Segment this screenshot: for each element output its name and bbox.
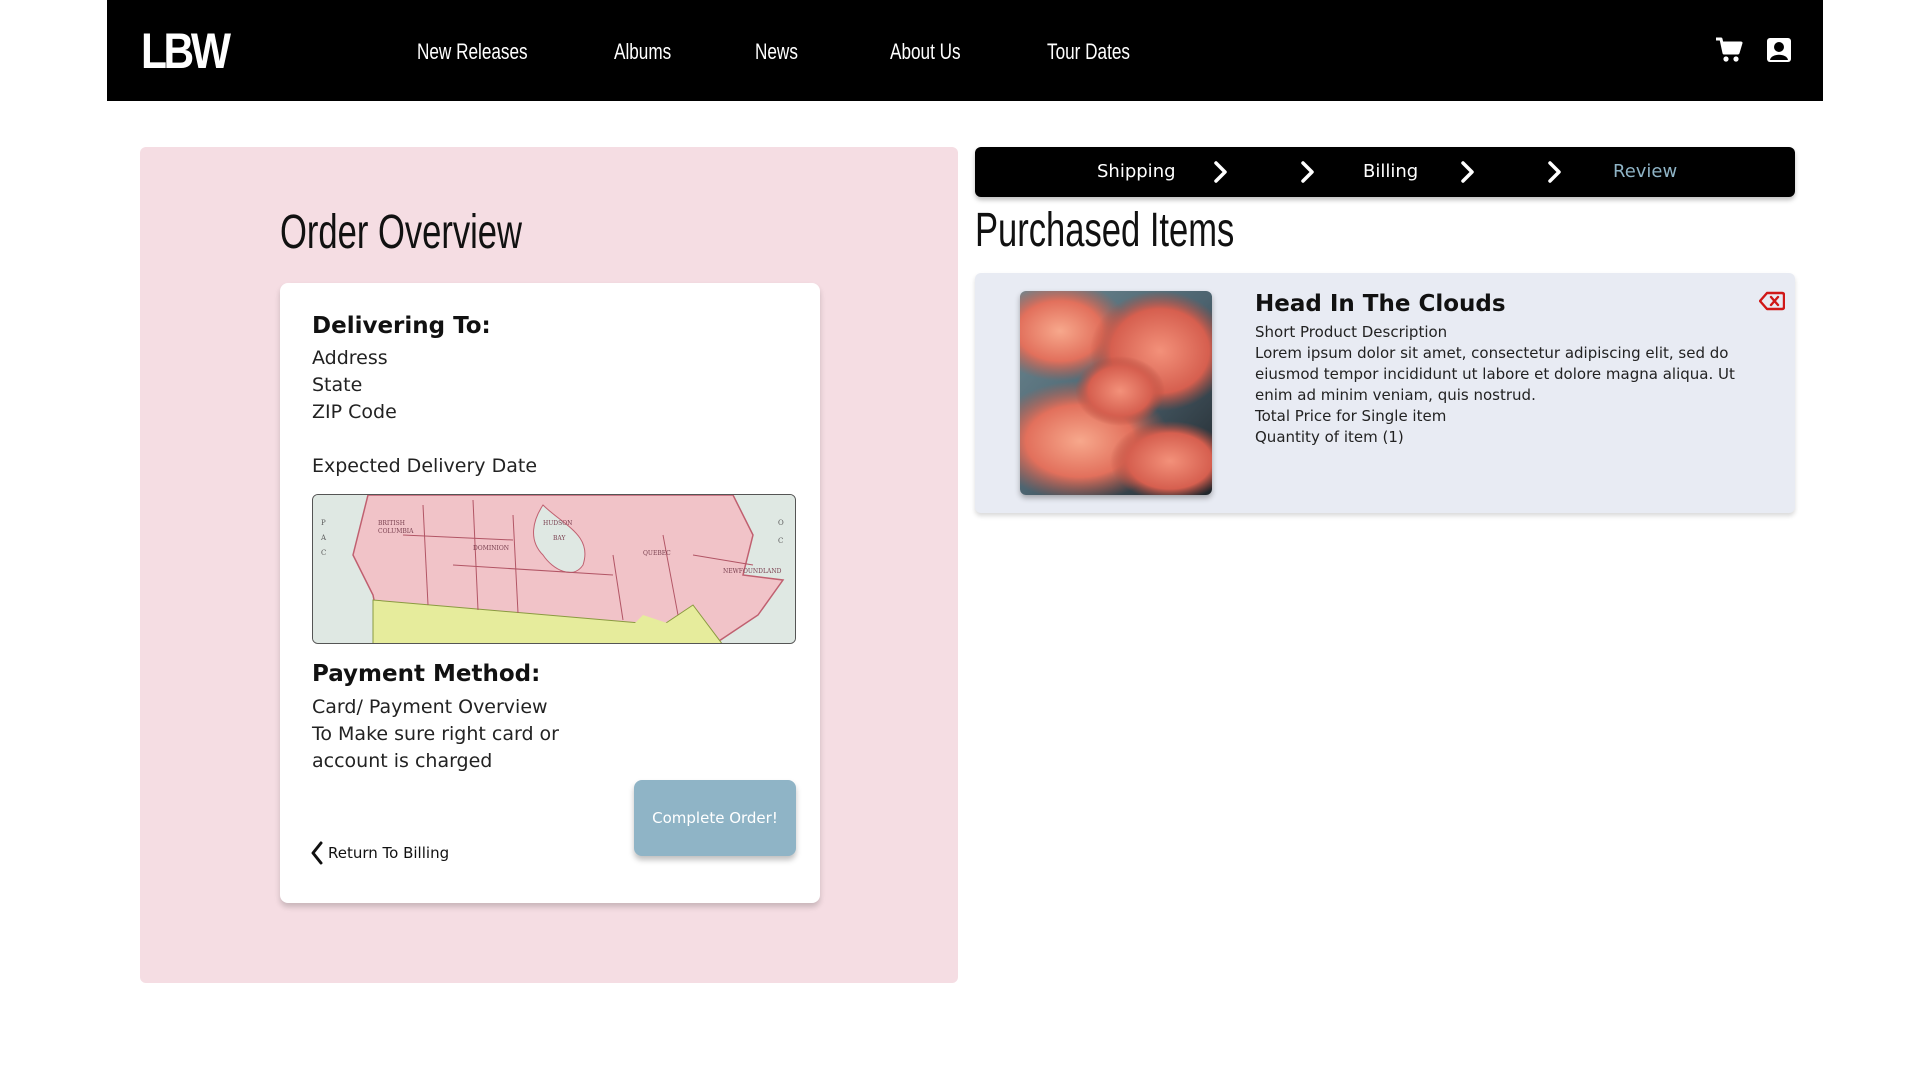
cart-icon[interactable] [1715, 36, 1743, 64]
complete-order-button[interactable]: Complete Order! [634, 780, 796, 856]
svg-text:A: A [320, 534, 327, 542]
account-icon[interactable] [1765, 36, 1793, 64]
site-header: LBW New Releases Albums News About Us To… [107, 0, 1823, 101]
nav-tour-dates[interactable]: Tour Dates [1047, 39, 1130, 65]
delivery-map: BRITISH COLUMBIA HUDSON BAY DOMINION QUEBEC… [312, 494, 796, 644]
svg-text:P: P [321, 519, 326, 527]
remove-item-icon[interactable] [1759, 291, 1785, 311]
order-summary-card: Delivering To: Address State ZIP Code Ex… [280, 283, 820, 903]
header-icons [1715, 36, 1793, 64]
step-billing[interactable]: Billing [1363, 161, 1418, 182]
svg-text:NEWFOUNDLAND: NEWFOUNDLAND [723, 568, 782, 575]
delivering-to-heading: Delivering To: [312, 313, 491, 339]
return-to-billing-link[interactable]: Return To Billing [310, 841, 449, 865]
checkout-steps-bar: Shipping Billing Review [975, 147, 1795, 197]
payment-line-3: account is charged [312, 750, 493, 772]
nav-new-releases[interactable]: New Releases [417, 39, 528, 65]
expected-delivery-date: Expected Delivery Date [312, 455, 538, 477]
svg-text:C: C [321, 549, 326, 557]
chevron-right-icon [1461, 161, 1474, 183]
item-description: Lorem ipsum dolor sit amet, consectetur … [1255, 344, 1735, 404]
svg-text:BRITISH: BRITISH [378, 520, 405, 527]
chevron-right-icon [1214, 161, 1227, 183]
payment-line-1: Card/ Payment Overview [312, 696, 548, 718]
album-cover-image [1020, 291, 1212, 495]
svg-text:O: O [778, 519, 784, 527]
nav-about-us[interactable]: About Us [890, 39, 961, 65]
svg-text:HUDSON: HUDSON [543, 520, 572, 527]
step-shipping[interactable]: Shipping [1097, 161, 1176, 182]
nav-albums[interactable]: Albums [614, 39, 671, 65]
purchased-items-title: Purchased Items [975, 204, 1235, 257]
svg-text:C: C [778, 537, 783, 545]
order-overview-panel: Order Overview Delivering To: Address St… [140, 147, 958, 983]
purchased-item-card: Head In The Clouds Short Product Descrip… [975, 273, 1795, 513]
site-logo[interactable]: LBW [141, 26, 231, 76]
svg-text:BAY: BAY [553, 535, 566, 542]
state-line: State [312, 374, 363, 396]
item-quantity: Quantity of item (1) [1255, 428, 1404, 446]
map-image: BRITISHCOLUMBIA HUDSON BAY DOMINION QUEBEC… [313, 495, 795, 643]
chevron-right-icon [1301, 161, 1314, 183]
svg-text:COLUMBIA: COLUMBIA [378, 528, 414, 535]
zip-code-line: ZIP Code [312, 401, 397, 423]
address-line: Address [312, 347, 388, 369]
svg-text:DOMINION: DOMINION [473, 545, 509, 552]
step-review[interactable]: Review [1613, 161, 1677, 182]
item-short-description: Short Product Description [1255, 323, 1448, 341]
chevron-right-icon [1548, 161, 1561, 183]
return-to-billing-label: Return To Billing [328, 844, 450, 862]
item-name: Head In The Clouds [1255, 291, 1506, 317]
item-price: Total Price for Single item [1255, 407, 1447, 425]
svg-text:QUEBEC: QUEBEC [643, 550, 671, 557]
chevron-left-icon [311, 841, 323, 865]
order-overview-title: Order Overview [280, 206, 522, 259]
payment-line-2: To Make sure right card or [312, 723, 559, 745]
payment-method-heading: Payment Method: [312, 661, 541, 687]
nav-news[interactable]: News [755, 39, 798, 65]
